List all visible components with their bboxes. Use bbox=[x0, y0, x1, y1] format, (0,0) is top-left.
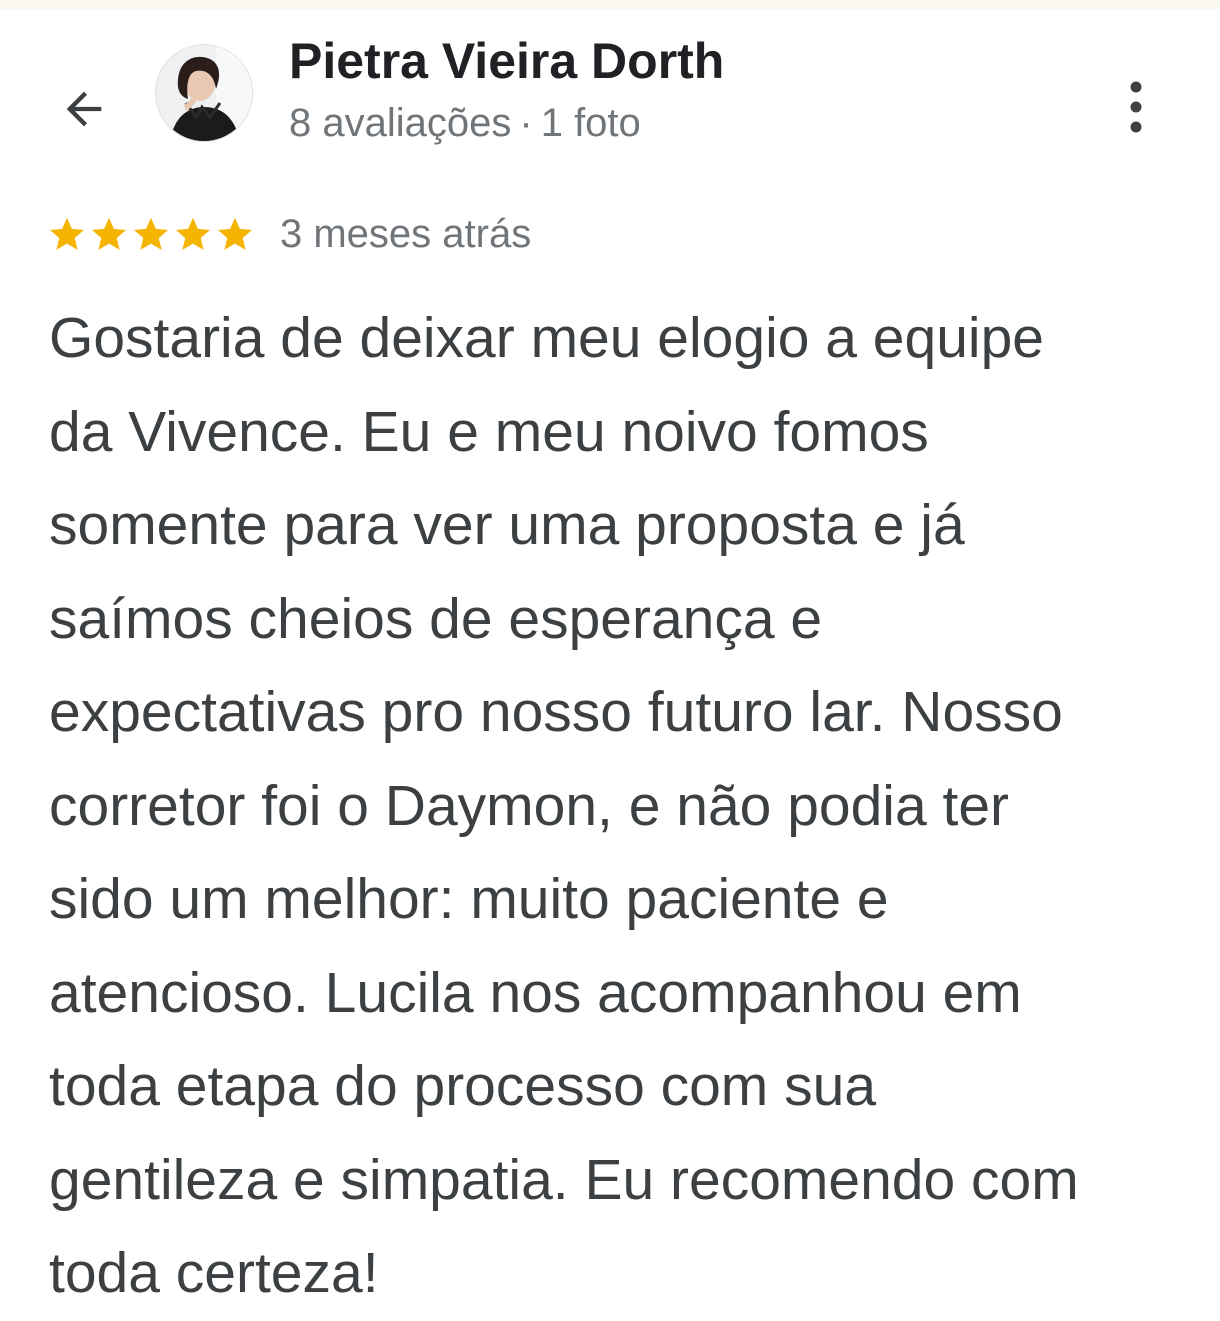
review-text-line: gentileza e simpatia. Eu recomendo com bbox=[49, 1147, 1079, 1212]
review-text-line: atencioso. Lucila nos acompanhou em bbox=[49, 960, 1022, 1025]
star-icon bbox=[92, 217, 126, 250]
stats-separator: · bbox=[519, 101, 533, 145]
review-date: 3 meses atrás bbox=[280, 211, 532, 256]
arrow-back-icon bbox=[66, 91, 102, 127]
star-icon bbox=[50, 217, 84, 250]
avatar[interactable] bbox=[156, 45, 252, 141]
reviews-count: 8 avaliações bbox=[289, 101, 512, 145]
review-text-line: da Vivence. Eu e meu noivo fomos bbox=[49, 399, 929, 464]
more-vertical-icon bbox=[1130, 81, 1142, 133]
review-text-line: toda etapa do processo com sua bbox=[49, 1054, 877, 1118]
review-text-line: sido um melhor: muito paciente e bbox=[49, 867, 889, 931]
review-text-line: somente para ver uma proposta e já bbox=[49, 493, 965, 557]
rating-row: 3 meses atrás bbox=[48, 206, 531, 262]
back-button[interactable] bbox=[52, 77, 116, 141]
star-icon bbox=[134, 217, 168, 250]
review-text-line: toda certeza! bbox=[49, 1241, 379, 1305]
star-rating bbox=[48, 215, 254, 253]
star-icon bbox=[176, 217, 210, 250]
avatar-image bbox=[156, 45, 252, 141]
author-stats: 8 avaliações · 1 foto bbox=[289, 98, 641, 148]
review-header: Pietra Vieira Dorth 8 avaliações · 1 foto bbox=[0, 0, 1220, 180]
star-icon bbox=[218, 217, 252, 250]
review-text-line: expectativas pro nosso futuro lar. Nosso bbox=[49, 680, 1063, 744]
author-name[interactable]: Pietra Vieira Dorth bbox=[289, 30, 724, 92]
review-text-line: saímos cheios de esperança e bbox=[49, 586, 823, 651]
review-text-line: corretor foi o Daymon, e não podia ter bbox=[49, 773, 1010, 838]
more-options-button[interactable] bbox=[1110, 78, 1162, 138]
review-text: Gostaria de deixar meu elogio a equipe da… bbox=[49, 292, 1189, 1321]
review-text-line: Gostaria de deixar meu elogio a equipe bbox=[49, 306, 1044, 370]
photos-count: 1 foto bbox=[540, 101, 641, 145]
